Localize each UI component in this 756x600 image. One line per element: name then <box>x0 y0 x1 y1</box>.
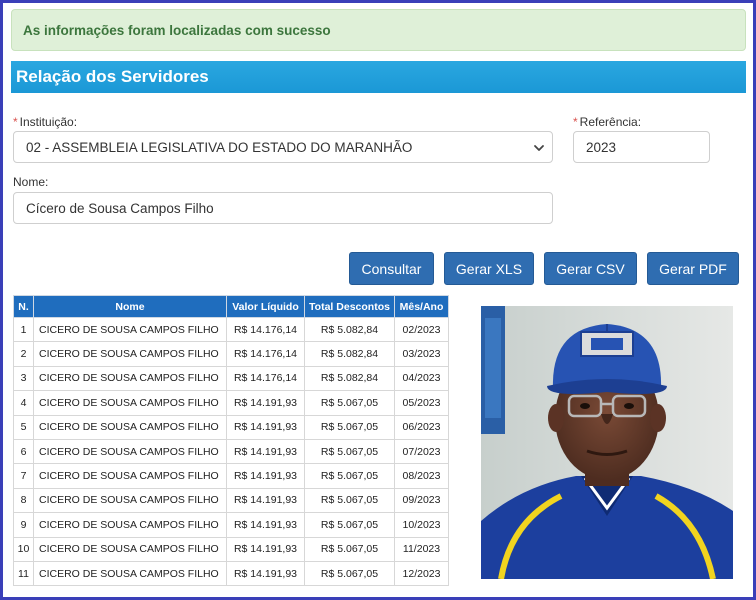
servidor-photo <box>481 306 733 579</box>
cell-total-descontos: R$ 5.067,05 <box>304 390 395 416</box>
cell-total-descontos: R$ 5.067,05 <box>304 438 395 465</box>
cell-n: 8 <box>13 487 34 514</box>
cell-valor-liquido: R$ 14.191,93 <box>226 536 305 562</box>
cell-nome: CICERO DE SOUSA CAMPOS FILHO <box>33 390 227 416</box>
table-row: 11 CICERO DE SOUSA CAMPOS FILHO R$ 14.191,… <box>13 560 449 587</box>
header-mes-ano: Mês/Ano <box>394 295 449 318</box>
instituicao-label: * Instituição: <box>13 115 78 129</box>
instituicao-value: 02 - ASSEMBLEIA LEGISLATIVA DO ESTADO DO… <box>26 139 413 155</box>
cell-n: 10 <box>13 536 34 562</box>
table-row: 10 CICERO DE SOUSA CAMPOS FILHO R$ 14.191,… <box>13 536 449 562</box>
cell-total-descontos: R$ 5.067,05 <box>304 414 395 440</box>
table-row: 8 CICERO DE SOUSA CAMPOS FILHO R$ 14.191,9… <box>13 487 449 514</box>
nome-label: Nome: <box>13 175 49 189</box>
required-marker: * <box>13 115 18 129</box>
referencia-label: * Referência: <box>573 115 642 129</box>
gerar-xls-button[interactable]: Gerar XLS <box>444 252 534 285</box>
cell-valor-liquido: R$ 14.176,14 <box>226 365 305 392</box>
cell-valor-liquido: R$ 14.176,14 <box>226 316 305 343</box>
page-frame: As informações foram localizadas com suc… <box>0 0 756 600</box>
cell-n: 3 <box>13 365 34 392</box>
required-marker: * <box>573 115 578 129</box>
cell-total-descontos: R$ 5.067,05 <box>304 487 395 514</box>
table-row: 6 CICERO DE SOUSA CAMPOS FILHO R$ 14.191,9… <box>13 438 449 465</box>
gerar-pdf-button[interactable]: Gerar PDF <box>647 252 739 285</box>
cell-total-descontos: R$ 5.082,84 <box>304 316 395 343</box>
cell-valor-liquido: R$ 14.176,14 <box>226 341 305 367</box>
cell-valor-liquido: R$ 14.191,93 <box>226 438 305 465</box>
cell-nome: CICERO DE SOUSA CAMPOS FILHO <box>33 536 227 562</box>
gerar-csv-button[interactable]: Gerar CSV <box>544 252 637 285</box>
cell-n: 1 <box>13 316 34 343</box>
cell-n: 9 <box>13 512 34 538</box>
cell-total-descontos: R$ 5.067,05 <box>304 536 395 562</box>
cell-mes-ano: 06/2023 <box>394 414 449 440</box>
header-nome: Nome <box>33 295 227 318</box>
cell-mes-ano: 07/2023 <box>394 438 449 465</box>
cell-valor-liquido: R$ 14.191,93 <box>226 463 305 489</box>
cell-mes-ano: 12/2023 <box>394 560 449 587</box>
cell-mes-ano: 11/2023 <box>394 536 449 562</box>
cell-valor-liquido: R$ 14.191,93 <box>226 487 305 514</box>
header-n: N. <box>13 295 34 318</box>
table-body: 1 CICERO DE SOUSA CAMPOS FILHO R$ 14.176,1… <box>13 316 449 587</box>
cell-total-descontos: R$ 5.082,84 <box>304 341 395 367</box>
table-row: 9 CICERO DE SOUSA CAMPOS FILHO R$ 14.191,9… <box>13 512 449 538</box>
cell-nome: CICERO DE SOUSA CAMPOS FILHO <box>33 316 227 343</box>
cell-n: 4 <box>13 390 34 416</box>
chevron-down-icon <box>534 145 544 151</box>
cell-total-descontos: R$ 5.067,05 <box>304 463 395 489</box>
instituicao-select[interactable]: 02 - ASSEMBLEIA LEGISLATIVA DO ESTADO DO… <box>13 131 553 163</box>
referencia-input[interactable]: 2023 <box>573 131 710 163</box>
cell-total-descontos: R$ 5.082,84 <box>304 365 395 392</box>
nome-value: Cícero de Sousa Campos Filho <box>26 200 214 216</box>
consultar-button[interactable]: Consultar <box>349 252 434 285</box>
cell-valor-liquido: R$ 14.191,93 <box>226 512 305 538</box>
cell-valor-liquido: R$ 14.191,93 <box>226 414 305 440</box>
table-header-row: N. Nome Valor Líquido Total Descontos Mê… <box>13 295 449 318</box>
cell-n: 7 <box>13 463 34 489</box>
cell-nome: CICERO DE SOUSA CAMPOS FILHO <box>33 341 227 367</box>
cell-mes-ano: 10/2023 <box>394 512 449 538</box>
cell-total-descontos: R$ 5.067,05 <box>304 560 395 587</box>
cell-n: 2 <box>13 341 34 367</box>
cell-mes-ano: 08/2023 <box>394 463 449 489</box>
table-row: 4 CICERO DE SOUSA CAMPOS FILHO R$ 14.191,9… <box>13 390 449 416</box>
cell-n: 5 <box>13 414 34 440</box>
table-row: 1 CICERO DE SOUSA CAMPOS FILHO R$ 14.176,1… <box>13 316 449 343</box>
table-row: 5 CICERO DE SOUSA CAMPOS FILHO R$ 14.191,9… <box>13 414 449 440</box>
cell-nome: CICERO DE SOUSA CAMPOS FILHO <box>33 487 227 514</box>
referencia-value: 2023 <box>586 139 617 155</box>
cell-mes-ano: 09/2023 <box>394 487 449 514</box>
section-title: Relação dos Servidores <box>16 67 209 86</box>
cell-nome: CICERO DE SOUSA CAMPOS FILHO <box>33 560 227 587</box>
section-title-bar: Relação dos Servidores <box>11 61 746 93</box>
cell-mes-ano: 03/2023 <box>394 341 449 367</box>
table-row: 2 CICERO DE SOUSA CAMPOS FILHO R$ 14.176,1… <box>13 341 449 367</box>
portrait-illustration <box>481 306 733 579</box>
header-valor-liquido: Valor Líquido <box>226 295 305 318</box>
header-total-descontos: Total Descontos <box>304 295 395 318</box>
nome-input[interactable]: Cícero de Sousa Campos Filho <box>13 192 553 224</box>
cell-nome: CICERO DE SOUSA CAMPOS FILHO <box>33 438 227 465</box>
table-row: 7 CICERO DE SOUSA CAMPOS FILHO R$ 14.191,9… <box>13 463 449 489</box>
success-alert: As informações foram localizadas com suc… <box>11 9 746 51</box>
cell-mes-ano: 04/2023 <box>394 365 449 392</box>
cell-mes-ano: 02/2023 <box>394 316 449 343</box>
alert-message: As informações foram localizadas com suc… <box>23 22 331 38</box>
cell-valor-liquido: R$ 14.191,93 <box>226 560 305 587</box>
cell-valor-liquido: R$ 14.191,93 <box>226 390 305 416</box>
cell-n: 11 <box>13 560 34 587</box>
servidores-table: N. Nome Valor Líquido Total Descontos Mê… <box>13 295 449 587</box>
cell-n: 6 <box>13 438 34 465</box>
table-row: 3 CICERO DE SOUSA CAMPOS FILHO R$ 14.176,1… <box>13 365 449 392</box>
cell-nome: CICERO DE SOUSA CAMPOS FILHO <box>33 463 227 489</box>
cell-nome: CICERO DE SOUSA CAMPOS FILHO <box>33 365 227 392</box>
cell-nome: CICERO DE SOUSA CAMPOS FILHO <box>33 512 227 538</box>
cell-nome: CICERO DE SOUSA CAMPOS FILHO <box>33 414 227 440</box>
cell-mes-ano: 05/2023 <box>394 390 449 416</box>
cell-total-descontos: R$ 5.067,05 <box>304 512 395 538</box>
